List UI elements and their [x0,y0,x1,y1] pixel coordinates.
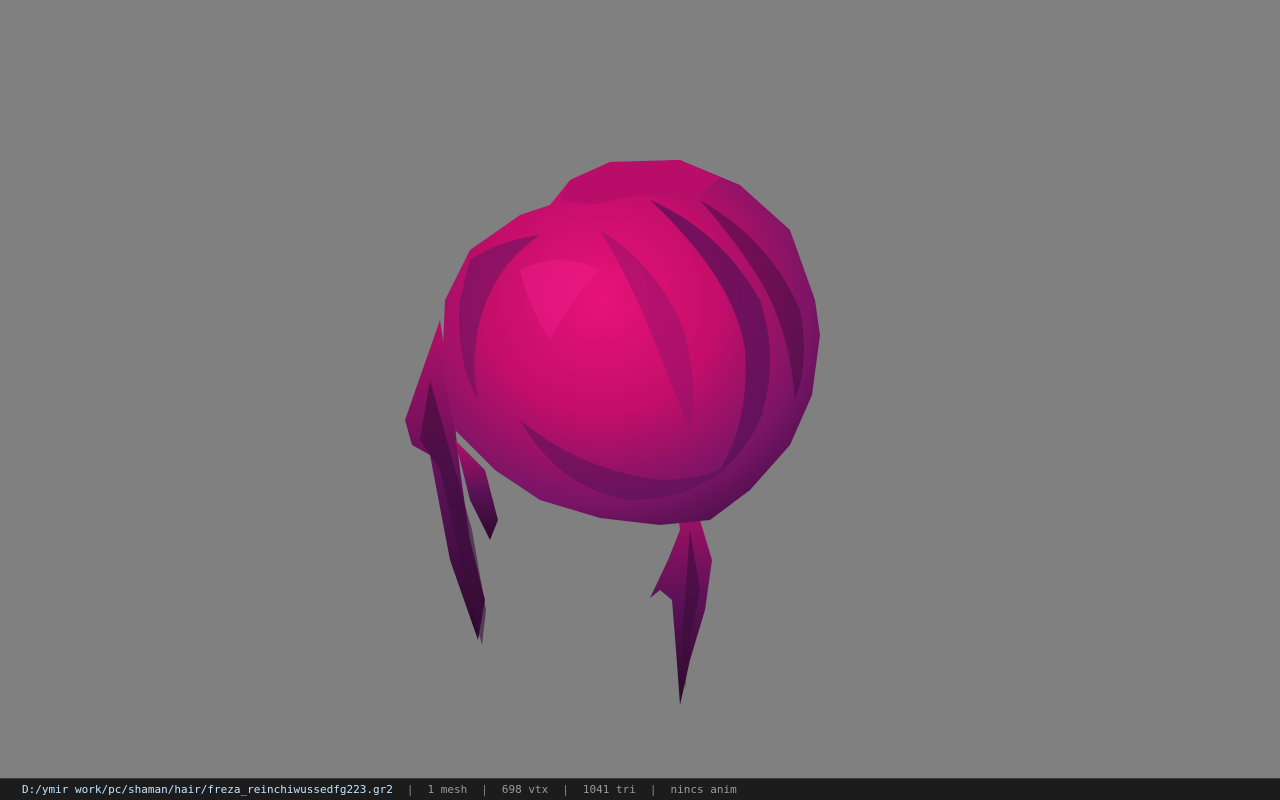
separator: | [562,783,569,796]
mesh-count: 1 mesh [427,783,468,796]
hair-bun [442,160,820,525]
separator: | [481,783,488,796]
3d-viewport[interactable] [0,0,1280,778]
anim-status: nincs anim [670,783,737,796]
status-bar: D:/ymir work/pc/shaman/hair/freza_reinch… [0,778,1280,800]
vertex-count: 698 vtx [501,783,549,796]
hair-model [405,160,820,705]
separator: | [649,783,657,796]
separator: | [406,783,414,796]
triangle-count: 1041 tri [582,783,636,796]
file-path: D:/ymir work/pc/shaman/hair/freza_reinch… [22,783,393,796]
